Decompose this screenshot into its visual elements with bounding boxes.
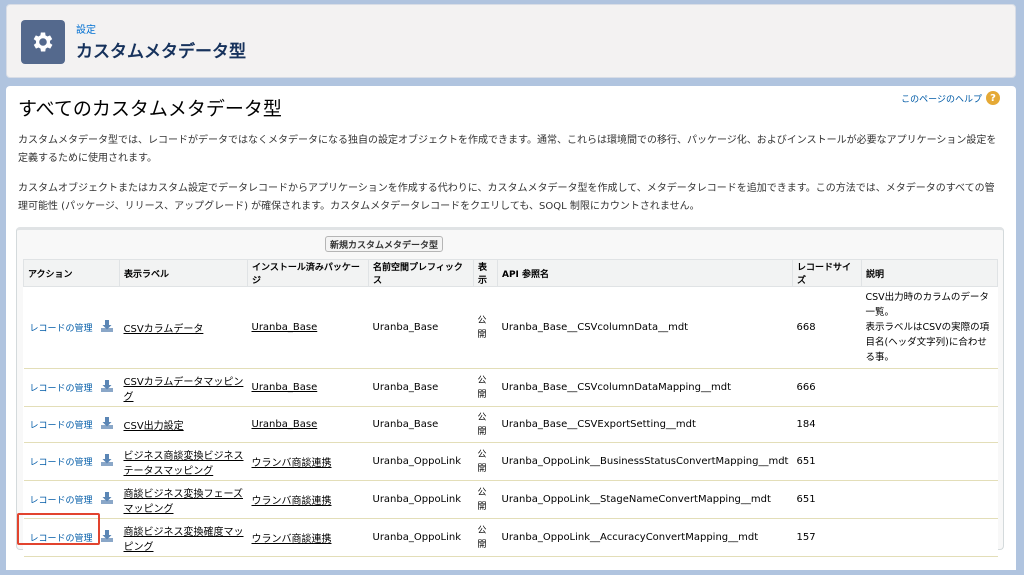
- gear-icon: [21, 20, 65, 64]
- label-cell: CSVカラムデータ: [119, 286, 248, 369]
- column-header-label: 表示ラベル: [119, 259, 248, 287]
- breadcrumb[interactable]: 設定: [76, 21, 96, 36]
- record-size-cell: 666: [792, 368, 862, 407]
- description-cell: [861, 442, 998, 481]
- table-row: レコードの管理 CSVカラムデータマッピング Uranba_Base Uranb…: [23, 368, 998, 407]
- api-name-cell: Uranba_OppoLink__StageNameConvertMapping…: [497, 480, 793, 519]
- help-icon[interactable]: ?: [986, 91, 1000, 105]
- description-paragraph-2: カスタムオブジェクトまたはカスタム設定でデータレコードからアプリケーションを作成…: [18, 183, 995, 212]
- api-name-cell: Uranba_Base__CSVcolumnData__mdt: [497, 286, 793, 369]
- column-header-prefix: 名前空間プレフィックス: [368, 259, 474, 287]
- visibility-cell: 公開: [473, 518, 498, 557]
- type-label-link[interactable]: 商談ビジネス変換確度マッピング: [124, 527, 244, 553]
- prefix-cell: Uranba_Base: [368, 406, 474, 443]
- page-header: 設定 カスタムメタデータ型: [6, 4, 1016, 78]
- action-cell: レコードの管理: [23, 442, 120, 481]
- download-icon: [100, 491, 114, 508]
- prefix-cell: Uranba_Base: [368, 286, 474, 369]
- download-icon: [100, 416, 114, 433]
- package-cell: ウランバ商談連携: [247, 518, 369, 557]
- visibility-cell: 公開: [473, 406, 498, 443]
- action-cell: レコードの管理: [23, 406, 120, 443]
- type-label-link[interactable]: CSV出力設定: [124, 421, 184, 432]
- highlight-box: [17, 513, 100, 545]
- description-cell: [861, 480, 998, 519]
- prefix-cell: Uranba_OppoLink: [368, 518, 474, 557]
- help-link-label[interactable]: このページのヘルプ: [901, 92, 982, 105]
- prefix-cell: Uranba_OppoLink: [368, 442, 474, 481]
- label-cell: 商談ビジネス変換フェーズマッピング: [119, 480, 248, 519]
- package-cell: ウランバ商談連携: [247, 442, 369, 481]
- column-header-description: 説明: [860, 259, 999, 287]
- manage-records-link[interactable]: レコードの管理: [30, 458, 93, 468]
- visibility-cell: 公開: [473, 368, 498, 407]
- table-row: レコードの管理 商談ビジネス変換確度マッピング ウランバ商談連携 Uranba_…: [23, 518, 998, 557]
- api-name-cell: Uranba_OppoLink__BusinessStatusConvertMa…: [497, 442, 793, 481]
- record-size-cell: 651: [792, 480, 862, 519]
- column-header-api-name: API 参照名: [497, 259, 793, 287]
- description-cell: [861, 368, 998, 407]
- package-cell: Uranba_Base: [247, 286, 369, 369]
- label-cell: 商談ビジネス変換確度マッピング: [119, 518, 248, 557]
- table-header-row: アクション 表示ラベル インストール済みパッケージ 名前空間プレフィックス 表示…: [23, 259, 999, 287]
- record-size-cell: 184: [792, 406, 862, 443]
- description-paragraph-1: カスタムメタデータ型では、レコードがデータではなくメタデータになる独自の設定オブ…: [18, 135, 997, 164]
- record-size-cell: 668: [792, 286, 862, 369]
- metadata-types-panel: 新規カスタムメタデータ型 アクション 表示ラベル インストール済みパッケージ 名…: [16, 227, 1004, 557]
- manage-records-link[interactable]: レコードの管理: [30, 496, 93, 506]
- api-name-cell: Uranba_Base__CSVcolumnDataMapping__mdt: [497, 368, 793, 407]
- description-cell: CSV出力時のカラムのデータ一覧。 表示ラベルはCSVの実際の項目名(ヘッダ文字…: [861, 286, 998, 369]
- package-cell: ウランバ商談連携: [247, 480, 369, 519]
- record-size-cell: 157: [792, 518, 862, 557]
- download-icon: [100, 319, 114, 336]
- action-cell: レコードの管理: [23, 368, 120, 407]
- label-cell: CSV出力設定: [119, 406, 248, 443]
- type-label-link[interactable]: CSVカラムデータマッピング: [124, 377, 244, 403]
- type-label-link[interactable]: ビジネス商談変換ビジネステータスマッピング: [124, 451, 244, 477]
- package-link[interactable]: ウランバ商談連携: [252, 534, 332, 545]
- package-link[interactable]: ウランバ商談連携: [252, 496, 332, 507]
- label-cell: ビジネス商談変換ビジネステータスマッピング: [119, 442, 248, 481]
- page-header-title: カスタムメタデータ型: [76, 42, 246, 62]
- download-icon: [100, 453, 114, 470]
- table-row: レコードの管理 ビジネス商談変換ビジネステータスマッピング ウランバ商談連携 U…: [23, 442, 998, 481]
- manage-records-link[interactable]: レコードの管理: [30, 421, 93, 431]
- column-header-package: インストール済みパッケージ: [247, 259, 369, 287]
- package-link[interactable]: Uranba_Base: [252, 419, 318, 430]
- type-label-link[interactable]: 商談ビジネス変換フェーズマッピング: [124, 489, 244, 515]
- table-row: レコードの管理 CSV出力設定 Uranba_Base Uranba_Base …: [23, 406, 998, 443]
- column-header-action: アクション: [23, 259, 120, 287]
- main-content: すべてのカスタムメタデータ型 このページのヘルプ ? カスタムメタデータ型では、…: [6, 86, 1016, 570]
- api-name-cell: Uranba_OppoLink__AccuracyConvertMapping_…: [497, 518, 793, 557]
- visibility-cell: 公開: [473, 286, 498, 369]
- table-row: レコードの管理 CSVカラムデータ Uranba_Base Uranba_Bas…: [23, 286, 998, 369]
- download-icon: [100, 529, 114, 546]
- action-cell: レコードの管理: [23, 286, 120, 369]
- package-cell: Uranba_Base: [247, 368, 369, 407]
- new-custom-metadata-type-button[interactable]: 新規カスタムメタデータ型: [325, 236, 444, 252]
- package-link[interactable]: Uranba_Base: [252, 382, 318, 393]
- description-cell: [861, 406, 998, 443]
- package-cell: Uranba_Base: [247, 406, 369, 443]
- metadata-types-table: アクション 表示ラベル インストール済みパッケージ 名前空間プレフィックス 表示…: [23, 259, 999, 557]
- manage-records-link[interactable]: レコードの管理: [30, 324, 93, 334]
- prefix-cell: Uranba_Base: [368, 368, 474, 407]
- column-header-visibility: 表示: [473, 259, 498, 287]
- page-title: すべてのカスタムメタデータ型: [18, 98, 282, 120]
- description-cell: [861, 518, 998, 557]
- label-cell: CSVカラムデータマッピング: [119, 368, 248, 407]
- package-link[interactable]: Uranba_Base: [252, 322, 318, 333]
- api-name-cell: Uranba_Base__CSVExportSetting__mdt: [497, 406, 793, 443]
- record-size-cell: 651: [792, 442, 862, 481]
- visibility-cell: 公開: [473, 442, 498, 481]
- column-header-size: レコードサイズ: [791, 259, 862, 287]
- download-icon: [100, 379, 114, 396]
- visibility-cell: 公開: [473, 480, 498, 519]
- help-link[interactable]: このページのヘルプ ?: [901, 91, 1000, 105]
- table-row: レコードの管理 商談ビジネス変換フェーズマッピング ウランバ商談連携 Uranb…: [23, 480, 998, 519]
- type-label-link[interactable]: CSVカラムデータ: [124, 324, 204, 335]
- prefix-cell: Uranba_OppoLink: [368, 480, 474, 519]
- manage-records-link[interactable]: レコードの管理: [30, 384, 93, 394]
- package-link[interactable]: ウランバ商談連携: [252, 458, 332, 469]
